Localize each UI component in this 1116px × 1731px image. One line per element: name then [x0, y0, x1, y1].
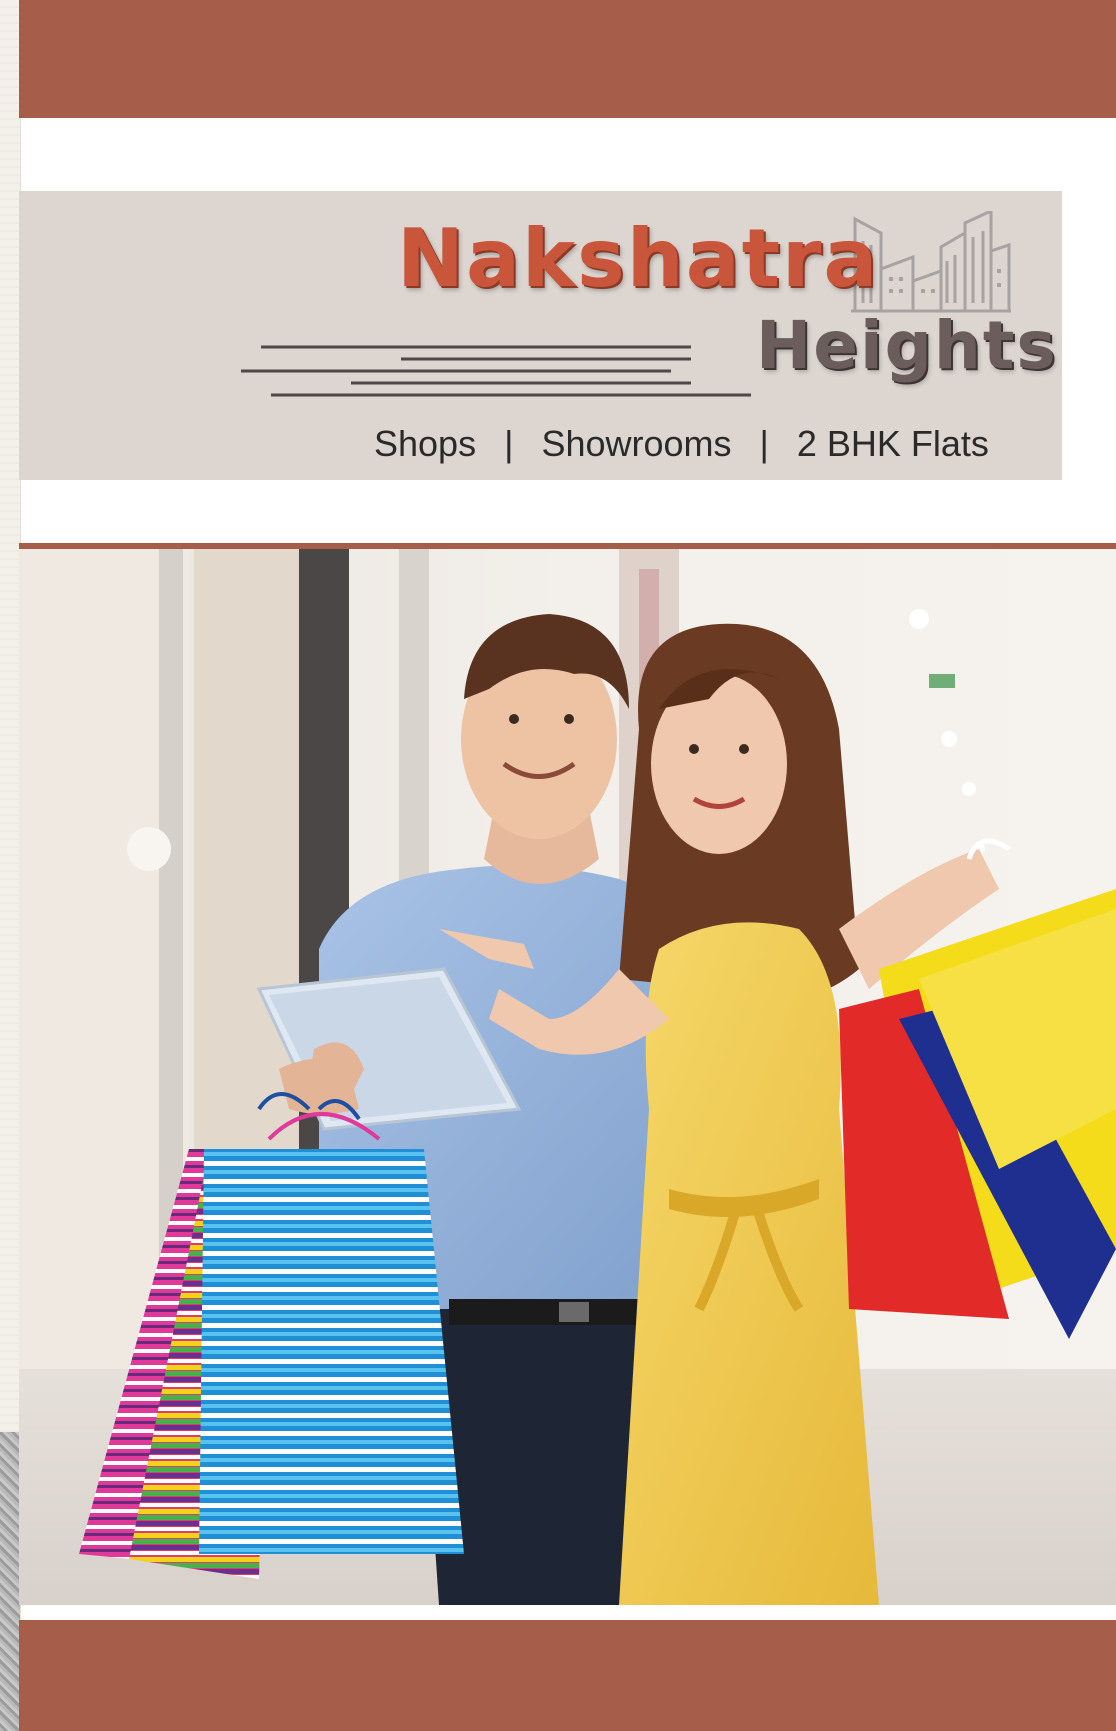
offering-showrooms: Showrooms: [541, 423, 732, 464]
stone-texture: [0, 1432, 20, 1731]
logo-panel: Nakshatra Heights Shops | Showrooms | 2 …: [19, 191, 1062, 480]
shopping-couple-photo: [19, 549, 1116, 1605]
speed-lines-decoration: [241, 345, 751, 397]
brand-name: Nakshatra: [397, 212, 880, 305]
separator: |: [504, 423, 514, 464]
top-color-band: [19, 0, 1116, 118]
page-edge-strip: [0, 0, 21, 1731]
brand-subname: Heights: [756, 307, 1058, 384]
offering-flats: 2 BHK Flats: [796, 423, 989, 464]
offering-shops: Shops: [374, 423, 477, 464]
separator: |: [759, 423, 769, 464]
bottom-color-band: [19, 1620, 1116, 1731]
offerings-tagline: Shops | Showrooms | 2 BHK Flats: [374, 423, 1034, 465]
